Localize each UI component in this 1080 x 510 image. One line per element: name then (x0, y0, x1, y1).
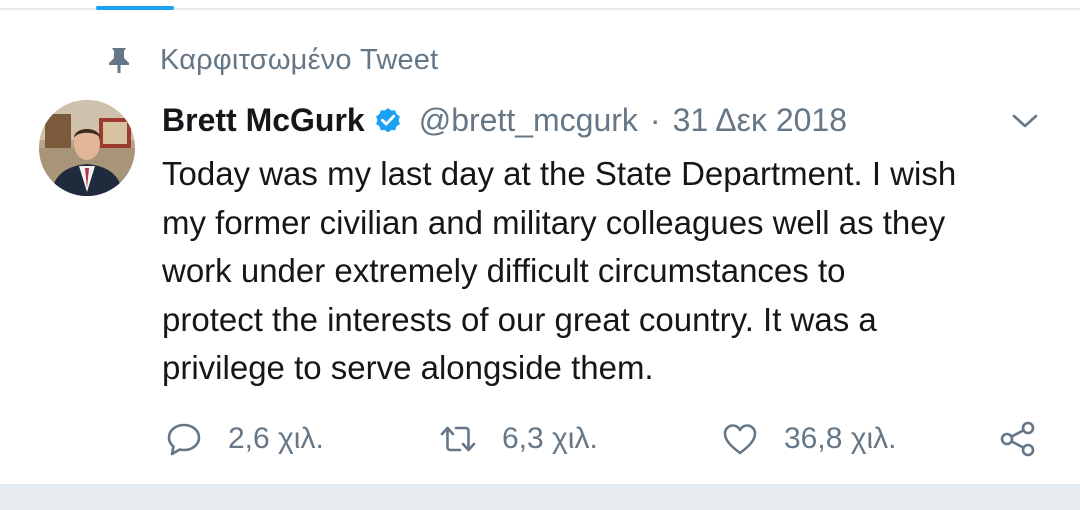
author-display-name[interactable]: Brett McGurk (162, 102, 365, 139)
avatar[interactable] (39, 100, 135, 196)
tweet-text-line: Today was my last day at the State Depar… (162, 155, 957, 192)
header-separator: · (649, 101, 661, 138)
tweet-actions-bar: 2,6 χιλ. 6,3 χιλ. 36,8 χιλ. (0, 414, 1080, 464)
tweet-text-line: my former civilian and military colleagu… (162, 203, 946, 241)
retweet-icon (438, 419, 478, 459)
like-count: 36,8 χιλ. (784, 422, 897, 455)
tweet-text-line: work under extremely difficult circumsta… (162, 252, 846, 289)
author-handle[interactable]: @brett_mcgurk (419, 102, 638, 139)
share-button[interactable] (998, 414, 1038, 464)
tweet-date[interactable]: 31 Δεκ 2018 (673, 102, 847, 139)
tweet-header: Brett McGurk @brett_mcgurk · 31 Δεκ 2018 (162, 96, 847, 144)
tweet-text: Today was my last day at the State Depar… (162, 150, 1062, 393)
reply-count: 2,6 χιλ. (228, 422, 324, 455)
pinned-tweet-label: Καρφιτσωμένο Tweet (104, 38, 438, 82)
feed-separator (0, 484, 1080, 510)
heart-icon (720, 419, 760, 459)
tweet-text-line: protect the interests of our great count… (162, 300, 877, 338)
retweet-count: 6,3 χιλ. (502, 422, 598, 455)
reply-icon (164, 419, 204, 459)
retweet-button[interactable]: 6,3 χιλ. (438, 414, 598, 464)
tweet-menu-chevron-down-icon[interactable] (1008, 108, 1042, 134)
pinned-label-text: Καρφιτσωμένο Tweet (160, 43, 439, 76)
verified-badge-icon (373, 104, 405, 136)
tweet-text-line: privilege to serve alongside them. (162, 349, 654, 386)
reply-button[interactable]: 2,6 χιλ. (164, 414, 324, 464)
active-tab-indicator (96, 6, 174, 10)
share-icon (998, 419, 1038, 459)
pin-icon (104, 45, 134, 75)
like-button[interactable]: 36,8 χιλ. (720, 414, 896, 464)
